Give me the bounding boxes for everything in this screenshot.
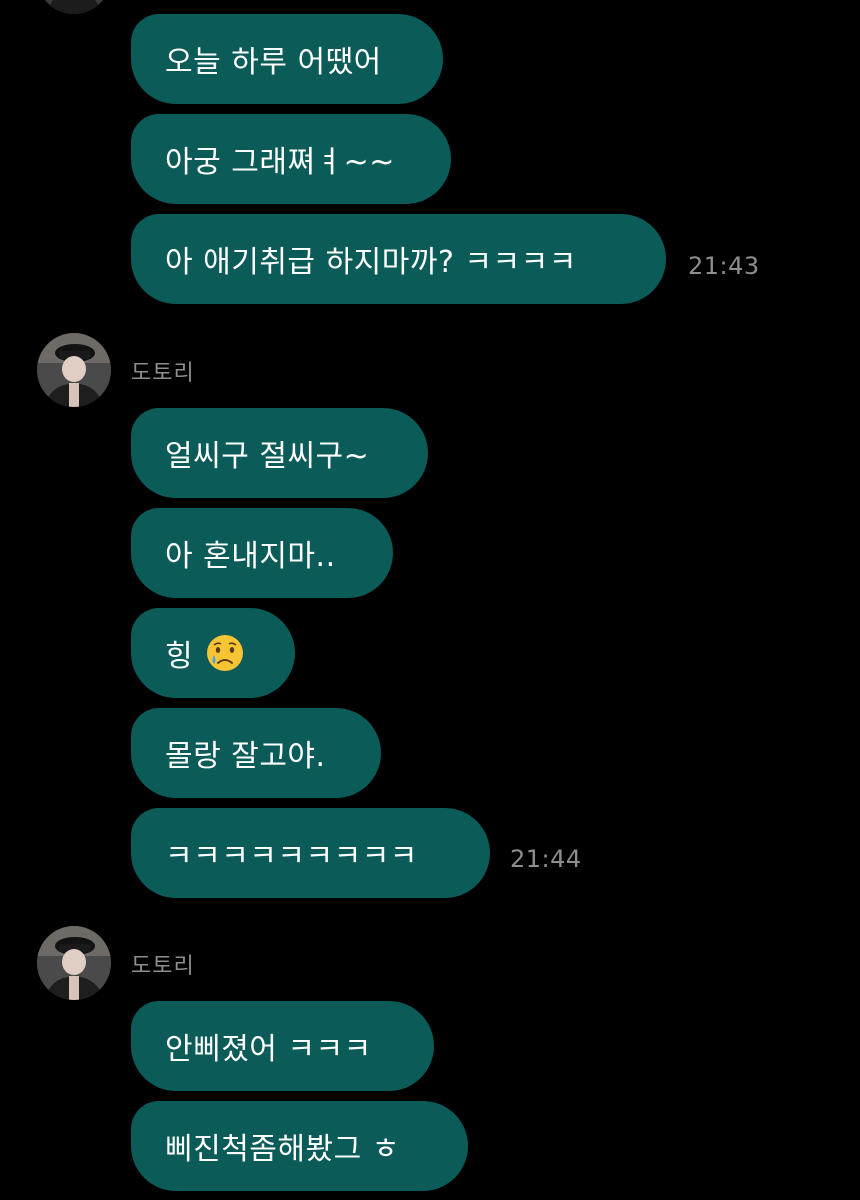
message-text: ㅋㅋㅋㅋㅋㅋㅋㅋㅋ <box>165 839 418 874</box>
profile-photo-icon <box>37 0 111 14</box>
message-bubble[interactable]: 안삐졌어 ㅋㅋㅋ <box>131 1001 434 1091</box>
message-bubble[interactable]: 몰랑 잘고야. <box>131 708 381 798</box>
profile-photo-icon <box>37 333 111 407</box>
contact-avatar[interactable] <box>37 926 111 1000</box>
profile-photo-icon <box>37 926 111 1000</box>
message-bubble[interactable]: 아 혼내지마.. <box>131 508 393 598</box>
message-timestamp: 21:44 <box>510 845 582 873</box>
message-bubble[interactable]: 아궁 그래쪄ㅕ~~ <box>131 114 451 204</box>
sender-name: 도토리 <box>131 954 195 979</box>
crying-face-icon <box>207 635 244 671</box>
message-bubble[interactable]: 힝 <box>131 608 295 698</box>
contact-avatar[interactable] <box>37 333 111 407</box>
message-text: 몰랑 잘고야. <box>165 739 326 774</box>
message-text: 얼씨구 절씨구~ <box>165 439 370 474</box>
message-text: 아궁 그래쪄ㅕ~~ <box>165 145 395 180</box>
message-text: 오늘 하루 어땠어 <box>165 45 382 80</box>
chat-view: 오늘 하루 어땠어 아궁 그래쪄ㅕ~~ 아 애기취급 하지마까? ㅋㅋㅋㅋ 21… <box>0 0 860 1200</box>
message-text: 삐진척좀해봤그 ㅎ <box>165 1132 400 1167</box>
message-bubble[interactable]: 아 애기취급 하지마까? ㅋㅋㅋㅋ <box>131 214 666 304</box>
message-bubble[interactable]: 오늘 하루 어땠어 <box>131 14 443 104</box>
message-bubble[interactable]: 삐진척좀해봤그 ㅎ <box>131 1101 468 1191</box>
message-text: 힝 <box>165 639 194 674</box>
message-timestamp: 21:43 <box>688 252 760 280</box>
sender-name: 도토리 <box>131 361 195 386</box>
message-text: 안삐졌어 ㅋㅋㅋ <box>165 1032 372 1067</box>
message-text: 아 혼내지마.. <box>165 539 336 574</box>
message-bubble[interactable]: 얼씨구 절씨구~ <box>131 408 428 498</box>
contact-avatar[interactable] <box>37 0 111 14</box>
message-bubble[interactable]: ㅋㅋㅋㅋㅋㅋㅋㅋㅋ <box>131 808 490 898</box>
message-text: 아 애기취급 하지마까? ㅋㅋㅋㅋ <box>165 245 577 280</box>
